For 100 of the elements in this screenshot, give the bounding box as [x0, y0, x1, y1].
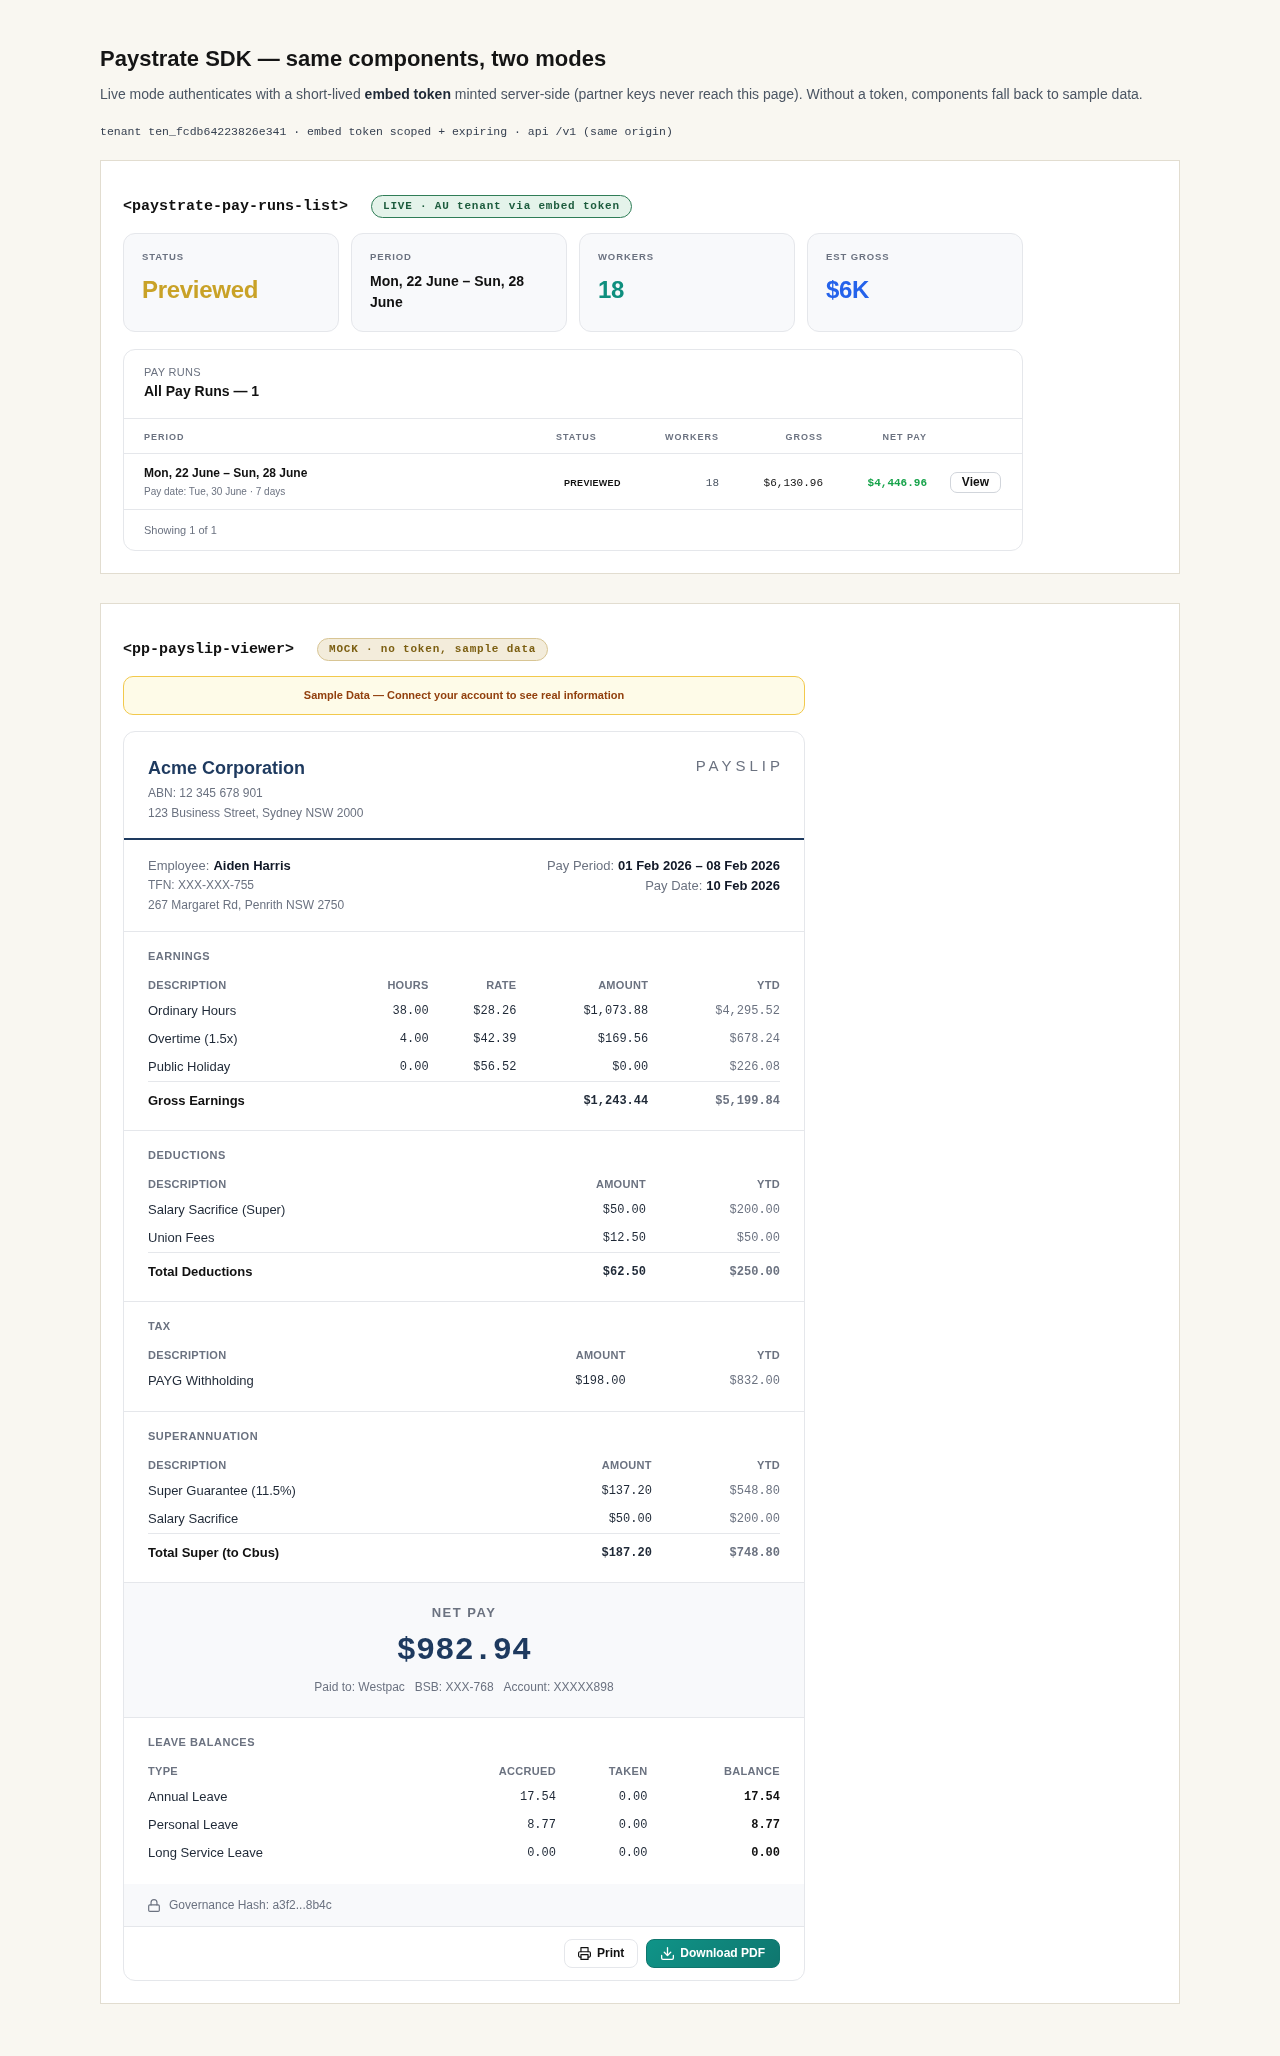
component-tag-name: <pp-payslip-viewer>: [123, 639, 295, 660]
leave-type: Annual Leave: [148, 1789, 228, 1804]
column-header: AMOUNT: [595, 1178, 646, 1190]
total-label: Total Deductions: [148, 1264, 253, 1279]
balance-value: 8.77: [751, 1818, 780, 1832]
hours-value: 0.00: [399, 1060, 429, 1074]
rate-value: $56.52: [473, 1060, 517, 1074]
section-title: DEDUCTIONS: [148, 1148, 227, 1162]
sample-data-notice: Sample Data — Connect your account to see real information: [123, 676, 805, 715]
amount-value: $187.20: [601, 1546, 652, 1560]
leave-type: Long Service Leave: [148, 1845, 263, 1860]
ytd-value: $4,295.52: [715, 1004, 780, 1018]
payment-detail: Account: XXXXX898: [503, 1679, 614, 1695]
ytd-value: $748.80: [729, 1546, 780, 1560]
taken-value: 0.00: [618, 1818, 648, 1832]
column-header: WORKERS: [665, 432, 719, 442]
column-header: TAKEN: [608, 1765, 648, 1777]
amount-value: $62.50: [602, 1265, 646, 1279]
balance-value: 17.54: [744, 1790, 780, 1804]
column-header: YTD: [757, 979, 780, 991]
lock-icon: [148, 1898, 160, 1912]
column-header: DESCRIPTION: [148, 1178, 227, 1190]
ytd-value: $832.00: [729, 1374, 780, 1388]
company-address: 123 Business Street, Sydney NSW 2000: [148, 805, 364, 822]
stat-label: PERIOD: [370, 251, 413, 263]
abn-text: ABN: 12 345 678 901: [148, 785, 264, 802]
column-header: RATE: [486, 979, 517, 991]
status-label: PREVIEWED: [564, 477, 621, 488]
mode-badge: MOCK · no token, sample data: [317, 638, 549, 661]
amount-value: $169.56: [597, 1032, 649, 1046]
section-eyebrow: PAY RUNS: [144, 365, 202, 379]
pay-date-text: Pay date: Tue, 30 June · 7 days: [144, 485, 287, 499]
stat-value: Previewed: [142, 275, 260, 305]
employee-name: Aiden Harris: [213, 858, 291, 873]
page-title: Paystrate SDK — same components, two modes: [100, 45, 608, 73]
column-header: DESCRIPTION: [148, 1349, 227, 1361]
ytd-value: $5,199.84: [715, 1094, 780, 1108]
column-header: BALANCE: [724, 1765, 780, 1777]
taken-value: 0.00: [618, 1846, 648, 1860]
amount-value: $12.50: [602, 1231, 646, 1245]
net-pay-amount: $982.94: [396, 1631, 532, 1671]
column-header: ACCRUED: [498, 1765, 556, 1777]
section-title: LEAVE BALANCES: [148, 1735, 257, 1749]
leave-type: Personal Leave: [148, 1817, 239, 1832]
section-title: TAX: [148, 1319, 172, 1333]
amount-value: $1,243.44: [583, 1094, 649, 1108]
stat-label: WORKERS: [598, 251, 655, 263]
column-header: YTD: [757, 1178, 780, 1190]
item-description: Overtime (1.5x): [148, 1031, 238, 1046]
rate-value: $28.26: [473, 1004, 517, 1018]
total-label: Total Super (to Cbus): [148, 1545, 280, 1560]
balance-value: 0.00: [751, 1846, 780, 1860]
amount-value: $198.00: [575, 1374, 626, 1388]
amount-value: $50.00: [602, 1203, 646, 1217]
intro-paragraph: Live mode authenticates with a short-lived embed token minted server-side (partner keys never reach this page). Without a token, components fall back to sample data.: [100, 85, 1144, 104]
employee-label: Employee:: [148, 858, 210, 873]
taken-value: 0.00: [618, 1790, 648, 1804]
accrued-value: 8.77: [527, 1818, 556, 1832]
total-label: Gross Earnings: [148, 1093, 245, 1108]
ytd-value: $200.00: [729, 1512, 780, 1526]
mode-badge: LIVE · AU tenant via embed token: [371, 195, 632, 218]
tfn-text: TFN: XXX-XXX-755: [148, 877, 256, 894]
ytd-value: $548.80: [729, 1484, 780, 1498]
company-name: Acme Corporation: [148, 757, 307, 780]
amount-value: $0.00: [612, 1060, 649, 1074]
item-description: Ordinary Hours: [148, 1003, 237, 1018]
pay-info-value: 10 Feb 2026: [706, 878, 780, 893]
period-text: Mon, 22 June – Sun, 28 June: [144, 465, 309, 481]
governance-hash-text: Governance Hash: a3f2...8b4c: [169, 1897, 332, 1914]
payment-detail: BSB: XXX-768: [414, 1679, 494, 1695]
column-header: PERIOD: [144, 432, 185, 442]
item-description: Union Fees: [148, 1230, 215, 1245]
ytd-value: $250.00: [729, 1265, 780, 1279]
payment-detail: Paid to: Westpac: [314, 1679, 405, 1695]
view-button[interactable]: View: [949, 471, 1001, 493]
ytd-value: $200.00: [729, 1203, 780, 1217]
column-header: GROSS: [785, 432, 823, 442]
amount-value: $137.20: [601, 1484, 652, 1498]
payslip-title: PAYSLIP: [695, 756, 784, 776]
column-header: YTD: [757, 1459, 780, 1471]
item-description: PAYG Withholding: [148, 1373, 254, 1388]
section-title: EARNINGS: [148, 949, 212, 963]
column-header: STATUS: [556, 432, 597, 442]
net-pay-label: NET PAY: [430, 1605, 498, 1621]
section-title: SUPERANNUATION: [148, 1429, 260, 1443]
pay-info-label: Pay Period:: [546, 858, 615, 873]
showing-count-text: Showing 1 of 1: [143, 523, 218, 538]
item-description: Salary Sacrifice: [148, 1511, 239, 1526]
download-pdf-button[interactable]: Download PDF: [646, 1939, 780, 1968]
download-icon: [661, 1947, 675, 1960]
accrued-value: 0.00: [527, 1846, 556, 1860]
stat-value: Mon, 22 June – Sun, 28 June: [370, 272, 526, 312]
ytd-value: $226.08: [729, 1060, 780, 1074]
hours-value: 38.00: [392, 1004, 429, 1018]
stat-value: $6K: [826, 275, 871, 305]
print-button[interactable]: Print: [564, 1939, 639, 1968]
item-description: Salary Sacrifice (Super): [148, 1202, 286, 1217]
printer-icon: [578, 1947, 591, 1960]
pay-info-value: 01 Feb 2026 – 08 Feb 2026: [618, 858, 780, 873]
column-header: DESCRIPTION: [148, 979, 227, 991]
